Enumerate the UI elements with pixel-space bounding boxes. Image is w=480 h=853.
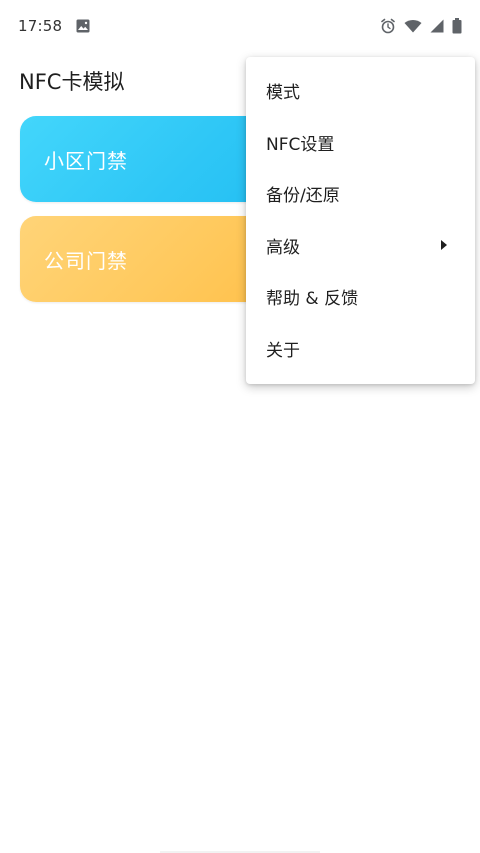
- menu-item-help-feedback[interactable]: 帮助 & 反馈: [246, 271, 475, 323]
- menu-item-label: 高级: [266, 237, 300, 258]
- menu-item-about[interactable]: 关于: [246, 323, 475, 375]
- menu-item-label: NFC设置: [266, 134, 335, 155]
- status-left: 17:58: [18, 17, 90, 35]
- card-label: 公司门禁: [44, 248, 128, 273]
- status-right: [380, 18, 462, 34]
- menu-item-label: 帮助 & 反馈: [266, 289, 359, 310]
- cell-signal-icon: [430, 19, 444, 33]
- image-icon: [76, 19, 90, 33]
- menu-item-label: 备份/还原: [266, 186, 340, 207]
- page-title: NFC卡模拟: [19, 70, 125, 94]
- card-label: 小区门禁: [44, 148, 128, 173]
- menu-item-mode[interactable]: 模式: [246, 65, 475, 117]
- status-time: 17:58: [18, 17, 63, 35]
- screen: 17:58 NFC卡模拟 小区门禁 公司门禁 模式 NFC设置 备份/还原 高级…: [0, 0, 480, 853]
- menu-item-label: 关于: [266, 340, 300, 361]
- menu-item-advanced[interactable]: 高级: [246, 220, 475, 272]
- wifi-icon: [404, 19, 422, 33]
- submenu-arrow-icon: [441, 240, 447, 251]
- status-bar: 17:58: [0, 0, 480, 52]
- overflow-menu: 模式 NFC设置 备份/还原 高级 帮助 & 反馈 关于: [246, 57, 475, 384]
- menu-item-nfc-settings[interactable]: NFC设置: [246, 117, 475, 169]
- menu-item-label: 模式: [266, 83, 300, 104]
- alarm-icon: [380, 18, 396, 34]
- menu-item-backup-restore[interactable]: 备份/还原: [246, 168, 475, 220]
- battery-icon: [452, 18, 462, 34]
